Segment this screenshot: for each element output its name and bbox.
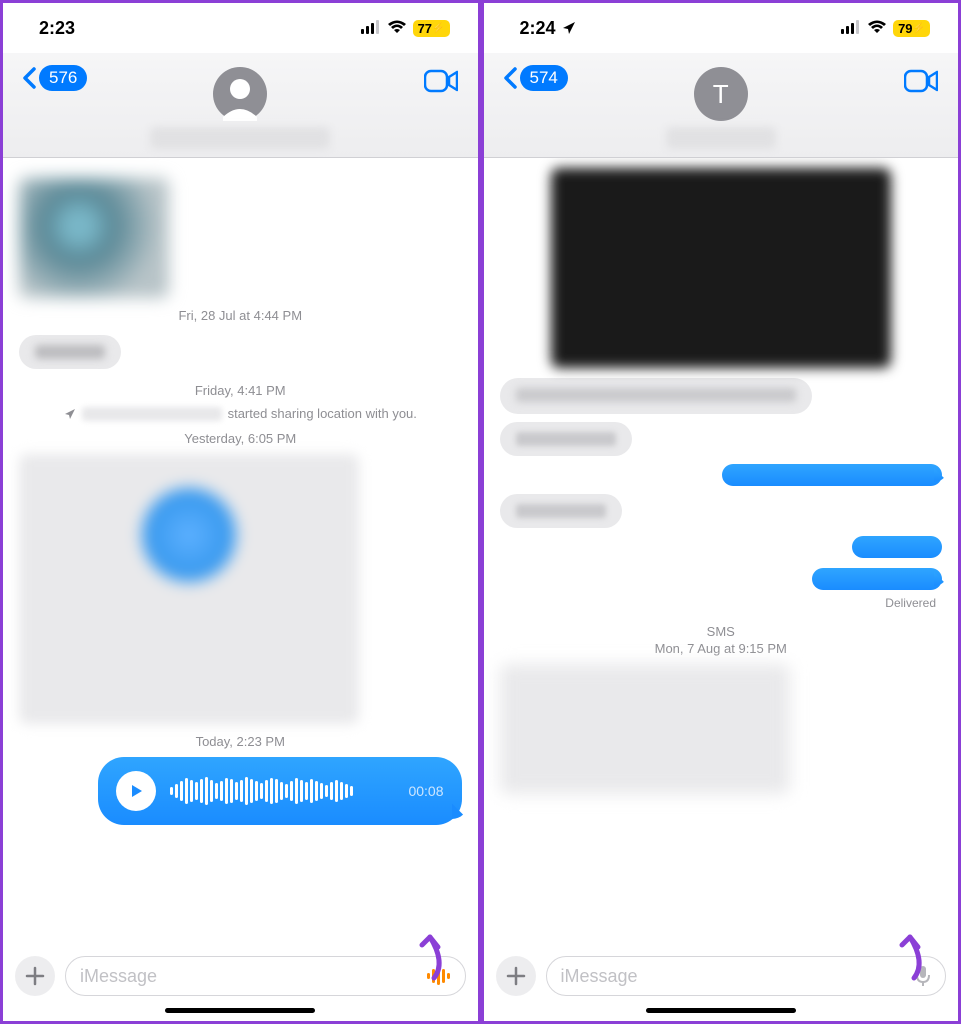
incoming-message[interactable]	[19, 335, 121, 369]
home-indicator[interactable]	[165, 1008, 315, 1013]
battery-badge: 77⚡	[413, 20, 450, 37]
cellular-icon	[361, 18, 381, 39]
contact-name-redacted	[666, 127, 776, 149]
chevron-left-icon	[21, 66, 37, 90]
video-icon	[424, 69, 458, 93]
input-placeholder: iMessage	[561, 966, 638, 987]
message-input[interactable]: iMessage	[65, 956, 466, 996]
phone-right: 2:24 79⚡ 574 T Delivered SMS	[481, 0, 961, 1024]
status-bar: 2:24 79⚡	[484, 3, 959, 53]
conversation-header: 574 T	[484, 53, 959, 158]
dictate-icon[interactable]	[915, 965, 931, 987]
audio-message-out[interactable]: 00:08	[98, 757, 462, 825]
conversation-body[interactable]: Fri, 28 Jul at 4:44 PM Friday, 4:41 PM s…	[3, 158, 478, 946]
sms-label: SMS	[494, 624, 949, 639]
phone-left: 2:23 77⚡ 576 Fri, 28 Jul at 4:44 PM Frid…	[0, 0, 481, 1024]
cellular-icon	[841, 18, 861, 39]
play-button[interactable]	[116, 771, 156, 811]
sms-timestamp: Mon, 7 Aug at 9:15 PM	[494, 641, 949, 656]
home-indicator[interactable]	[646, 1008, 796, 1013]
plus-icon	[506, 966, 526, 986]
input-bar: iMessage	[484, 946, 959, 1002]
back-button[interactable]: 576	[21, 65, 87, 91]
outgoing-message[interactable]	[852, 536, 942, 558]
chevron-left-icon	[502, 66, 518, 90]
audio-wave-icon[interactable]	[426, 967, 451, 985]
contact-name-redacted	[150, 127, 330, 149]
delivery-status: Delivered	[494, 596, 937, 610]
status-bar: 2:23 77⚡	[3, 3, 478, 53]
message-image-redacted	[19, 178, 169, 298]
location-services-icon	[562, 21, 576, 35]
timestamp-3: Yesterday, 6:05 PM	[13, 431, 468, 446]
plus-icon	[25, 966, 45, 986]
conversation-header: 576	[3, 53, 478, 158]
message-image-redacted	[551, 168, 891, 368]
contact-avatar[interactable]	[213, 67, 267, 121]
message-card-redacted	[500, 664, 790, 794]
person-icon	[213, 67, 267, 121]
back-count: 574	[520, 65, 568, 91]
wifi-icon	[387, 18, 407, 39]
avatar-initial: T	[713, 79, 729, 110]
conversation-body[interactable]: Delivered SMS Mon, 7 Aug at 9:15 PM	[484, 158, 959, 946]
apps-button[interactable]	[15, 956, 55, 996]
timestamp-1: Fri, 28 Jul at 4:44 PM	[13, 308, 468, 323]
back-count: 576	[39, 65, 87, 91]
audio-waveform	[170, 776, 395, 806]
location-arrow-icon	[64, 408, 76, 420]
wifi-icon	[867, 18, 887, 39]
timestamp-4: Today, 2:23 PM	[13, 734, 468, 749]
facetime-button[interactable]	[424, 69, 458, 98]
incoming-message[interactable]	[500, 422, 632, 456]
incoming-message[interactable]	[500, 494, 622, 528]
timestamp-2: Friday, 4:41 PM	[13, 383, 468, 398]
battery-badge: 79⚡	[893, 20, 930, 37]
contact-avatar[interactable]: T	[694, 67, 748, 121]
input-bar: iMessage	[3, 946, 478, 1002]
outgoing-message[interactable]	[812, 568, 942, 590]
incoming-message[interactable]	[500, 378, 812, 414]
message-card-redacted	[19, 454, 359, 724]
audio-duration: 00:08	[408, 783, 443, 799]
video-icon	[904, 69, 938, 93]
location-shared-notice: started sharing location with you.	[13, 406, 468, 421]
status-time: 2:24	[520, 18, 556, 39]
apps-button[interactable]	[496, 956, 536, 996]
status-time: 2:23	[39, 18, 75, 39]
facetime-button[interactable]	[904, 69, 938, 98]
message-input[interactable]: iMessage	[546, 956, 947, 996]
input-placeholder: iMessage	[80, 966, 157, 987]
play-icon	[128, 783, 144, 799]
outgoing-message[interactable]	[722, 464, 942, 486]
back-button[interactable]: 574	[502, 65, 568, 91]
